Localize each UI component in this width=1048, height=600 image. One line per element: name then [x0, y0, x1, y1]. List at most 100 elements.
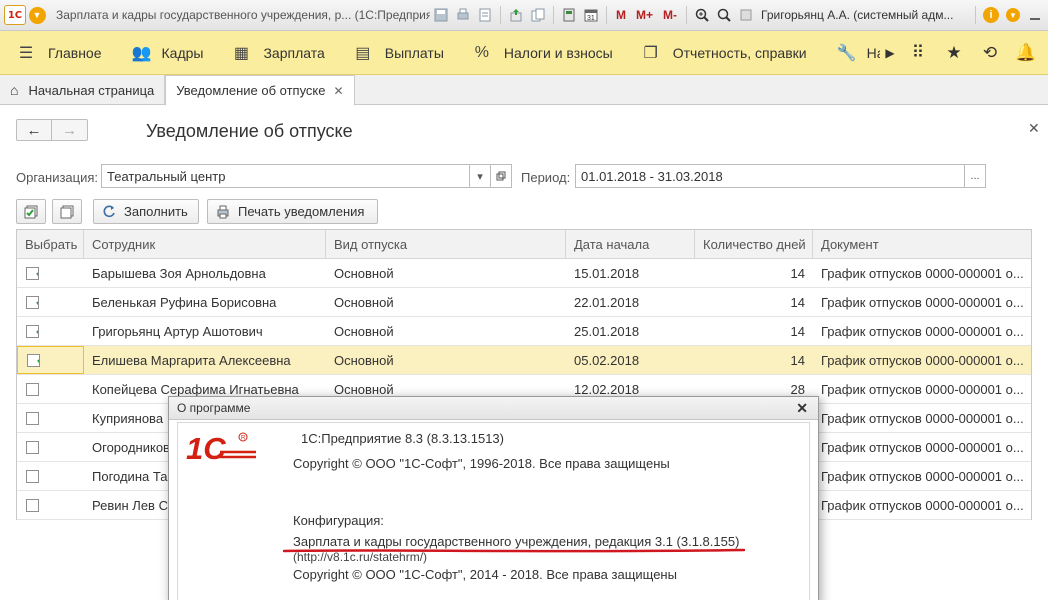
select-cell[interactable] [17, 433, 84, 461]
close-icon[interactable]: ✕ [334, 84, 344, 98]
select-checkbox[interactable] [26, 266, 39, 280]
column-header-type[interactable]: Вид отпуска [326, 230, 566, 258]
percent-icon: % [474, 43, 489, 61]
nav-buttons: ← → [16, 119, 88, 141]
close-icon[interactable]: ✕ [796, 400, 808, 417]
column-header-select[interactable]: Выбрать [17, 230, 84, 258]
vacation-type-cell: Основной [334, 323, 394, 339]
calendar-icon[interactable]: 31 [580, 4, 602, 26]
vacation-type-cell: Основной [334, 352, 394, 368]
table-row[interactable]: Беленькая Руфина Борисовна Основной 22.01.… [17, 288, 1031, 317]
tab-vacation-notice[interactable]: Уведомление об отпуске ✕ [165, 75, 355, 106]
section-reports[interactable]: ❐ Отчетность, справки [625, 31, 819, 74]
section-settings[interactable]: 🔧 Настрой [819, 31, 880, 74]
select-checkbox[interactable] [26, 498, 39, 512]
select-checkbox[interactable] [26, 440, 39, 454]
memory-button[interactable]: M [616, 8, 626, 22]
select-cell[interactable] [17, 317, 84, 345]
section-label: Зарплата [263, 44, 325, 61]
section-payments[interactable]: ▤ Выплаты [337, 31, 456, 74]
preview-icon[interactable] [474, 4, 496, 26]
about-dialog: О программе ✕ 1С R 1С:Предприятие 8.3 (8… [168, 396, 819, 600]
info-menu-icon[interactable]: ▼ [1002, 4, 1024, 26]
select-checkbox[interactable] [26, 411, 39, 425]
tab-label: Уведомление об отпуске [176, 83, 326, 98]
memory-minus-button[interactable]: M- [663, 8, 677, 22]
column-header-start[interactable]: Дата начала [566, 230, 695, 258]
main-menu-button[interactable]: ▼ [26, 4, 48, 26]
memory-plus-button[interactable]: M+ [636, 8, 653, 22]
section-label: Главное [48, 44, 102, 61]
select-cell[interactable] [17, 462, 84, 490]
notifications-icon[interactable]: 🔔 [1008, 43, 1044, 63]
check-all-icon [24, 205, 38, 219]
calculator-icon[interactable] [558, 4, 580, 26]
check-all-button[interactable] [16, 199, 46, 224]
document-cell: График отпусков 0000-000001 о... [821, 294, 1024, 310]
start-date-cell: 05.02.2018 [574, 352, 640, 368]
platform-version: 1С:Предприятие 8.3 (8.3.13.1513) [301, 431, 504, 446]
all-functions-icon[interactable]: ⠿ [900, 43, 936, 63]
dropdown-icon[interactable]: ▾ [469, 164, 491, 188]
link-icon[interactable] [505, 4, 527, 26]
fill-button[interactable]: Заполнить [93, 199, 199, 224]
print-icon[interactable] [452, 4, 474, 26]
table-row[interactable]: Григорьянц Артур Ашотович Основной 25.01.2… [17, 317, 1031, 346]
app-logo: 1С [4, 5, 26, 25]
vacation-type-cell: Основной [334, 294, 394, 310]
favorites-icon[interactable]: ★ [936, 43, 972, 63]
column-header-document[interactable]: Документ [813, 230, 1031, 258]
zoom-icon[interactable] [691, 4, 713, 26]
select-cell[interactable] [17, 375, 84, 403]
select-checkbox[interactable] [26, 295, 39, 309]
fill-icon [102, 205, 116, 219]
select-checkbox[interactable] [26, 469, 39, 483]
minimize-icon[interactable] [1024, 4, 1046, 26]
fill-button-label: Заполнить [124, 204, 188, 219]
scroll-right-icon[interactable]: ▶ [880, 46, 900, 60]
document-cell: График отпусков 0000-000001 о... [821, 468, 1024, 484]
copy-icon[interactable] [527, 4, 549, 26]
uncheck-all-button[interactable] [52, 199, 82, 224]
period-select-button[interactable]: ... [964, 164, 986, 188]
select-cell[interactable] [17, 491, 84, 519]
column-header-days[interactable]: Количество дней [695, 230, 813, 258]
section-salary[interactable]: ▦ Зарплата [215, 31, 336, 74]
period-field[interactable]: 01.01.2018 - 31.03.2018 [575, 164, 965, 188]
section-taxes[interactable]: % Налоги и взносы [456, 31, 625, 74]
select-cell[interactable] [17, 404, 84, 432]
select-cell[interactable] [17, 288, 84, 316]
document-cell: График отпусков 0000-000001 о... [821, 439, 1024, 455]
back-button[interactable]: ← [17, 120, 53, 140]
platform-copyright: Copyright © ООО "1С-Софт", 1996-2018. Вс… [293, 456, 670, 471]
dialog-title: О программе [177, 401, 251, 415]
select-checkbox[interactable] [26, 382, 39, 396]
print-notice-button[interactable]: Печать уведомления [207, 199, 378, 224]
history-icon[interactable]: ⟲ [972, 43, 1008, 63]
forward-button[interactable]: → [52, 120, 87, 140]
title-bar: 1С ▼ Зарплата и кадры государственного у… [0, 0, 1048, 31]
document-cell: График отпусков 0000-000001 о... [821, 381, 1024, 397]
select-checkbox[interactable] [26, 324, 39, 338]
column-header-employee[interactable]: Сотрудник [84, 230, 326, 258]
info-icon[interactable]: i [980, 4, 1002, 26]
section-main[interactable]: ☰ Главное [0, 31, 114, 74]
organization-field[interactable]: Театральный центр [101, 164, 470, 188]
table-row[interactable]: Елишева Маргарита Алексеевна Основной 05.0… [17, 346, 1031, 375]
table-row[interactable]: Барышева Зоя Арнольдовна Основной 15.01.20… [17, 259, 1031, 288]
section-hr[interactable]: 👥 Кадры [114, 31, 216, 74]
tab-home[interactable]: ⌂ Начальная страница [0, 75, 166, 105]
select-checkbox[interactable] [27, 353, 40, 367]
section-label: Кадры [161, 44, 204, 61]
current-user[interactable]: Григорьянц А.А. (системный адм... [761, 8, 971, 22]
select-cell[interactable] [17, 259, 84, 287]
save-icon[interactable] [430, 4, 452, 26]
svg-text:R: R [241, 436, 246, 442]
config-label: Конфигурация: [293, 513, 384, 528]
period-label: Период: [521, 170, 571, 185]
select-cell[interactable] [17, 346, 84, 374]
open-link-icon[interactable] [490, 164, 512, 188]
close-form-icon[interactable]: ✕ [1028, 120, 1040, 137]
employee-cell: Елишева Маргарита Алексеевна [92, 352, 291, 368]
search-icon[interactable] [713, 4, 735, 26]
